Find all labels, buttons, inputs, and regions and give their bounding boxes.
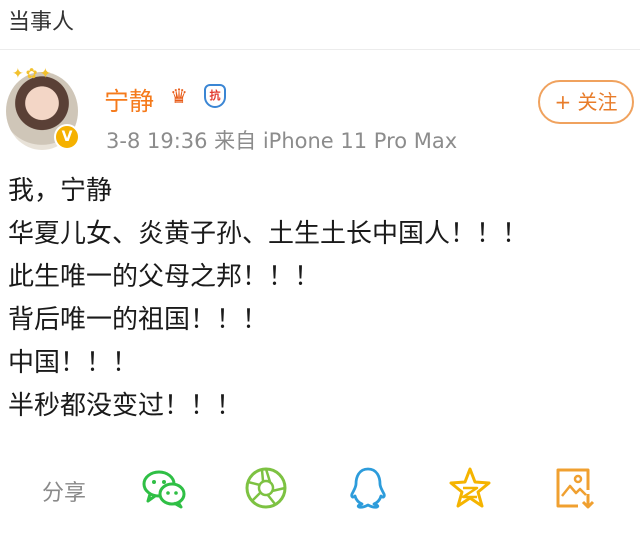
header-divider	[0, 49, 640, 50]
qzone-icon[interactable]	[446, 464, 494, 512]
save-image-icon[interactable]	[550, 464, 598, 512]
post-line: 背后唯一的祖国！！！	[8, 305, 269, 335]
verified-badge: V	[54, 124, 80, 150]
crown-icon: ♛	[170, 84, 188, 108]
post-meta: 3-8 19:36 来自 iPhone 11 Pro Max	[106, 129, 458, 153]
post-line: 我，宁静	[8, 176, 113, 206]
avatar-decoration-icon: ✦✿✦	[12, 66, 54, 82]
post-line: 华夏儿女、炎黄子孙、土生土长中国人！！！	[8, 219, 529, 249]
follow-button[interactable]: + 关注	[538, 80, 634, 124]
share-label: 分享	[42, 481, 87, 506]
post-line: 中国！！！	[8, 348, 139, 378]
username[interactable]: 宁静	[104, 82, 154, 118]
shield-icon: 抗	[204, 84, 226, 108]
post-line: 此生唯一的父母之邦！！！	[8, 262, 321, 292]
qq-icon[interactable]	[344, 464, 392, 512]
page-header-title: 当事人	[8, 10, 75, 35]
wechat-icon[interactable]	[140, 464, 188, 512]
avatar[interactable]: ✦✿✦ V	[6, 66, 80, 150]
post-content: 我，宁静 华夏儿女、炎黄子孙、土生土长中国人！！！ 此生唯一的父母之邦！！！ 背…	[8, 170, 528, 428]
moments-icon[interactable]	[242, 464, 290, 512]
post-line: 半秒都没变过！！！	[8, 391, 243, 421]
